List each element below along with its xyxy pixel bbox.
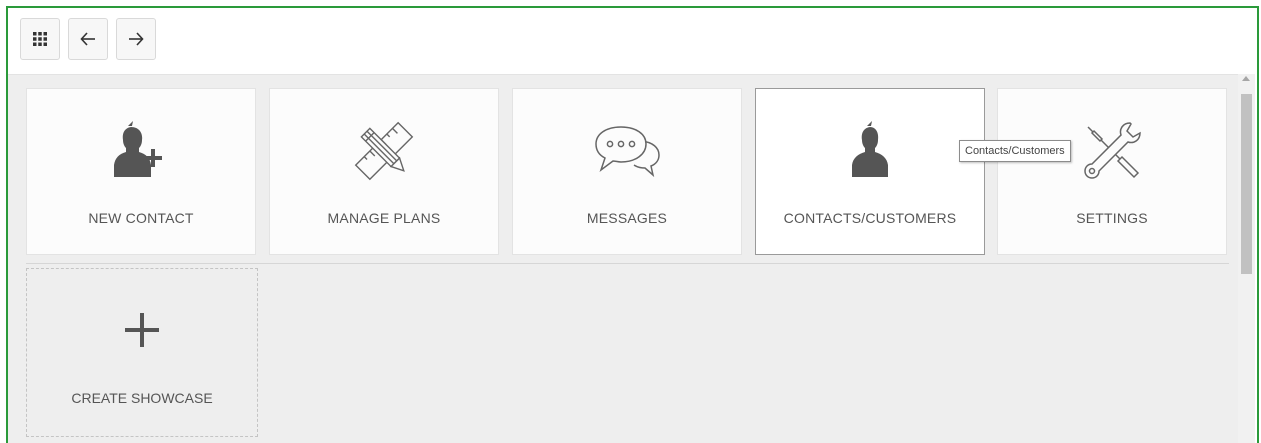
tile-label: MANAGE PLANS (327, 210, 441, 226)
user-icon (756, 119, 984, 183)
section-divider (26, 263, 1229, 264)
tile-label: SETTINGS (1076, 210, 1148, 226)
plus-icon (27, 305, 257, 355)
tile-settings[interactable]: SETTINGS (997, 88, 1227, 255)
pencil-ruler-icon (270, 119, 498, 183)
tile-label: CONTACTS/CUSTOMERS (783, 210, 957, 226)
forward-button[interactable] (116, 18, 156, 60)
chat-bubbles-icon (513, 119, 741, 183)
tile-contacts-customers[interactable]: CONTACTS/CUSTOMERS (755, 88, 985, 255)
tile-messages[interactable]: MESSAGES (512, 88, 742, 255)
create-showcase-label: CREATE SHOWCASE (71, 390, 213, 406)
tooltip: Contacts/Customers (959, 140, 1071, 162)
user-add-icon (27, 119, 255, 183)
tile-new-contact[interactable]: NEW CONTACT (26, 88, 256, 255)
tile-label: NEW CONTACT (88, 210, 194, 226)
scroll-up-arrow-icon[interactable] (1242, 76, 1250, 81)
scrollbar-thumb[interactable] (1241, 94, 1252, 274)
dashboard-content: NEW CONTACT MANAGE PLANS MESSAGES CONTAC… (8, 74, 1238, 443)
arrow-right-icon (128, 32, 144, 46)
tile-manage-plans[interactable]: MANAGE PLANS (269, 88, 499, 255)
grid-icon (33, 32, 47, 46)
toolbar (8, 8, 1257, 74)
back-button[interactable] (68, 18, 108, 60)
arrow-left-icon (80, 32, 96, 46)
create-showcase-tile[interactable]: CREATE SHOWCASE (26, 268, 258, 437)
apps-grid-button[interactable] (20, 18, 60, 60)
app-frame: NEW CONTACT MANAGE PLANS MESSAGES CONTAC… (6, 6, 1259, 443)
vertical-scrollbar[interactable] (1238, 74, 1255, 443)
tile-label: MESSAGES (586, 210, 668, 226)
